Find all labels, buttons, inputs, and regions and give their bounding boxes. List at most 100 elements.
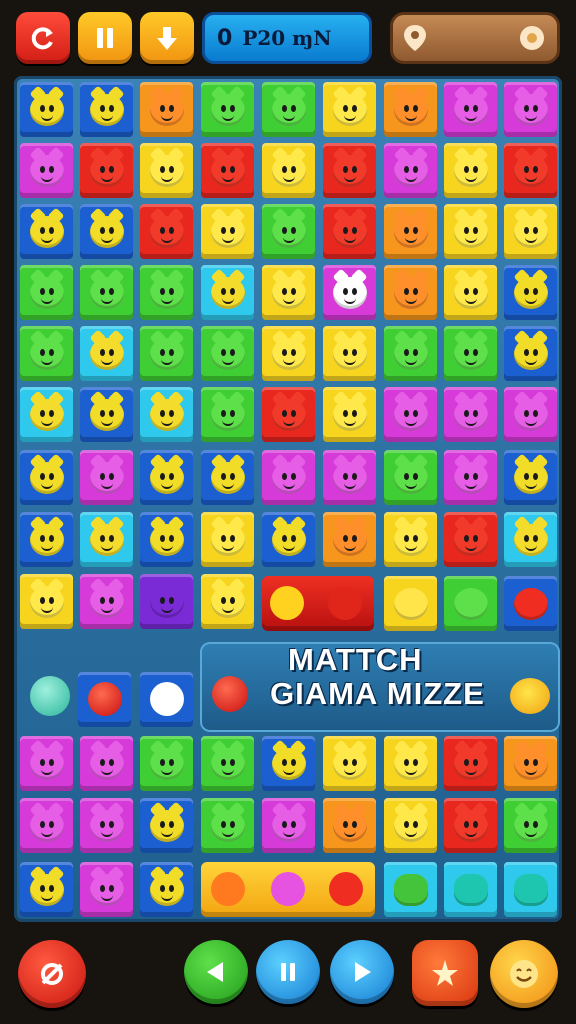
tile[interactable] <box>504 512 557 567</box>
tile[interactable] <box>201 265 254 320</box>
tile[interactable] <box>20 512 73 567</box>
tile[interactable] <box>20 265 73 320</box>
tile[interactable] <box>140 736 193 791</box>
pause-round-button[interactable] <box>256 940 320 1004</box>
candy-strip[interactable] <box>201 862 375 917</box>
tile[interactable] <box>80 82 133 137</box>
shuffle-button[interactable] <box>18 940 86 1008</box>
tile[interactable] <box>262 512 315 567</box>
tile[interactable] <box>444 512 497 567</box>
tile[interactable] <box>80 862 133 917</box>
tile[interactable] <box>20 387 73 442</box>
tile-green[interactable] <box>444 576 497 631</box>
map-pin-icon[interactable] <box>401 23 429 53</box>
tile[interactable] <box>140 326 193 381</box>
tile[interactable] <box>201 798 254 853</box>
tile[interactable] <box>323 265 376 320</box>
tile[interactable] <box>20 82 73 137</box>
tile[interactable] <box>323 143 376 198</box>
tile[interactable] <box>444 143 497 198</box>
tile[interactable] <box>504 204 557 259</box>
tile[interactable] <box>444 736 497 791</box>
tile[interactable] <box>323 387 376 442</box>
tile[interactable] <box>80 387 133 442</box>
tile[interactable] <box>384 82 437 137</box>
tile[interactable] <box>140 512 193 567</box>
tile[interactable] <box>80 143 133 198</box>
tile[interactable] <box>140 82 193 137</box>
tile[interactable] <box>140 798 193 853</box>
tile-tomato[interactable] <box>78 672 131 727</box>
tile-yellow[interactable] <box>384 576 437 631</box>
tile[interactable] <box>20 450 73 505</box>
tile[interactable] <box>140 574 193 629</box>
tile[interactable] <box>262 387 315 442</box>
tile[interactable] <box>262 450 315 505</box>
tile[interactable] <box>262 736 315 791</box>
tile[interactable] <box>504 450 557 505</box>
tile[interactable] <box>262 265 315 320</box>
tile[interactable] <box>444 82 497 137</box>
tile[interactable] <box>323 204 376 259</box>
tile[interactable] <box>444 265 497 320</box>
tile[interactable] <box>140 143 193 198</box>
tile[interactable] <box>323 512 376 567</box>
tile[interactable] <box>384 387 437 442</box>
tile[interactable] <box>201 450 254 505</box>
tile[interactable] <box>201 574 254 629</box>
tile[interactable] <box>504 387 557 442</box>
forward-button[interactable] <box>330 940 394 1004</box>
tile[interactable] <box>80 736 133 791</box>
tile[interactable] <box>504 265 557 320</box>
tile[interactable] <box>262 82 315 137</box>
tile[interactable] <box>80 450 133 505</box>
tile[interactable] <box>444 204 497 259</box>
tile[interactable] <box>201 736 254 791</box>
tile[interactable] <box>201 82 254 137</box>
tile[interactable] <box>262 326 315 381</box>
coin-icon[interactable] <box>517 23 547 53</box>
pause-button[interactable] <box>78 12 132 64</box>
tile[interactable] <box>140 387 193 442</box>
tile-cyan[interactable] <box>504 862 557 917</box>
tile-cyan[interactable] <box>444 862 497 917</box>
tile[interactable] <box>201 326 254 381</box>
tile[interactable] <box>504 326 557 381</box>
tile[interactable] <box>384 450 437 505</box>
tile[interactable] <box>323 798 376 853</box>
boost-button[interactable] <box>412 940 478 1006</box>
tile[interactable] <box>262 143 315 198</box>
tile[interactable] <box>384 736 437 791</box>
tile[interactable] <box>20 736 73 791</box>
tile[interactable] <box>384 512 437 567</box>
tile[interactable] <box>444 450 497 505</box>
tile[interactable] <box>323 82 376 137</box>
tile[interactable] <box>504 143 557 198</box>
tile[interactable] <box>201 204 254 259</box>
tile[interactable] <box>504 82 557 137</box>
tile[interactable] <box>323 326 376 381</box>
tile[interactable] <box>384 798 437 853</box>
tile[interactable] <box>201 143 254 198</box>
back-button[interactable] <box>184 940 248 1004</box>
tile[interactable] <box>201 387 254 442</box>
tile[interactable] <box>140 265 193 320</box>
tile[interactable] <box>323 450 376 505</box>
tile[interactable] <box>262 204 315 259</box>
tile[interactable] <box>80 798 133 853</box>
tile[interactable] <box>80 326 133 381</box>
candy-cyan[interactable] <box>30 676 70 716</box>
tile-white-cat[interactable] <box>140 672 193 727</box>
emoji-button[interactable] <box>490 940 558 1008</box>
tile[interactable] <box>20 798 73 853</box>
tile[interactable] <box>20 574 73 629</box>
tile[interactable] <box>504 736 557 791</box>
tile[interactable] <box>384 265 437 320</box>
tile[interactable] <box>20 862 73 917</box>
tile[interactable] <box>140 450 193 505</box>
tile[interactable] <box>80 204 133 259</box>
tile-red[interactable] <box>504 576 557 631</box>
tile[interactable] <box>384 204 437 259</box>
restart-button[interactable] <box>16 12 70 64</box>
tile[interactable] <box>80 512 133 567</box>
